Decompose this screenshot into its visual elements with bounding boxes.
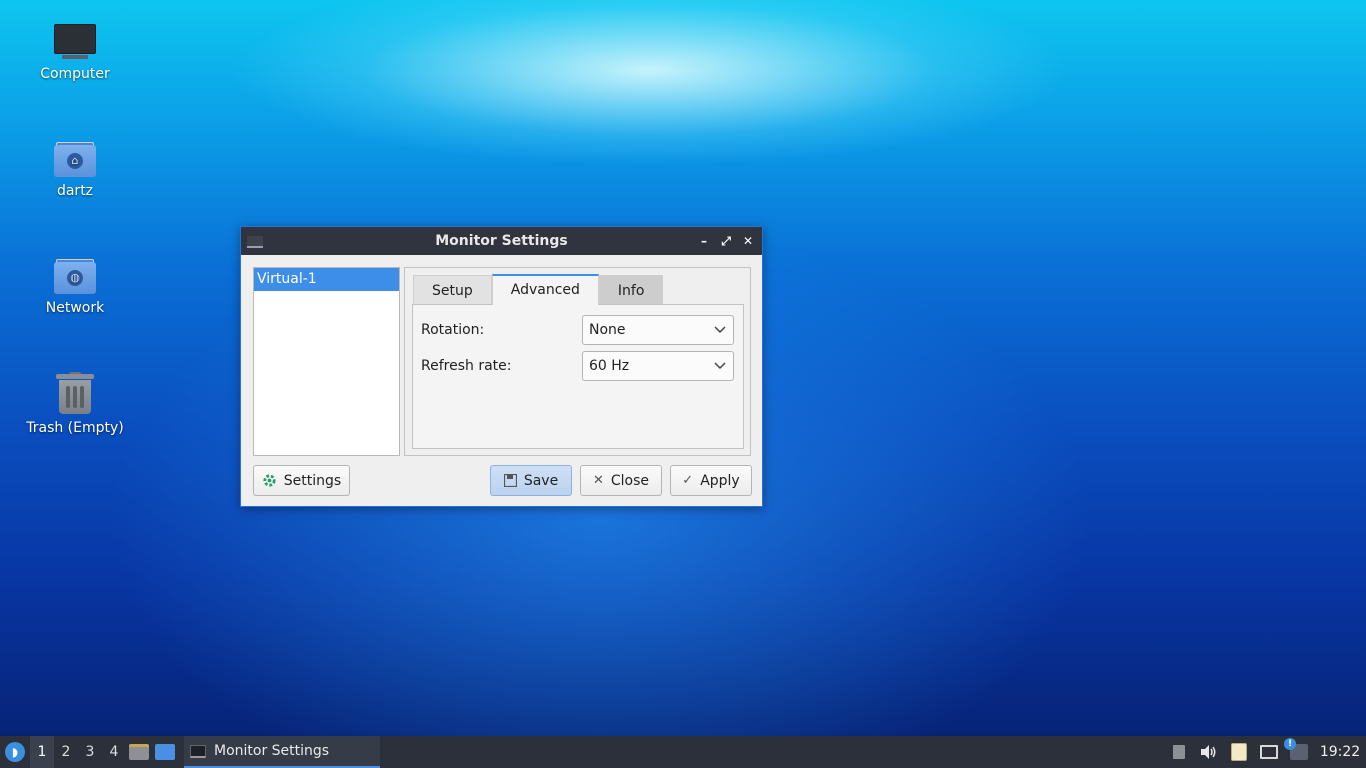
workspace-2[interactable]: 2: [54, 736, 78, 768]
checkmark-icon: ✓: [682, 473, 694, 488]
volume-icon: [1201, 745, 1216, 759]
clock[interactable]: 19:22: [1314, 744, 1366, 760]
desktop-icon-label: dartz: [56, 183, 94, 199]
rotation-select[interactable]: None: [582, 315, 734, 345]
tab-advanced[interactable]: Advanced: [491, 274, 599, 305]
save-icon: [503, 474, 517, 487]
refresh-rate-label: Refresh rate:: [421, 358, 512, 374]
minimize-icon[interactable]: –: [696, 233, 712, 249]
clipboard-icon: [1231, 743, 1247, 761]
save-button-label: Save: [523, 472, 559, 489]
system-tray: ! 19:22: [1164, 736, 1366, 768]
network-icon: [1260, 745, 1278, 759]
desktop-icon-label: Network: [45, 300, 105, 316]
advanced-tab-content: Rotation: None Refresh rate: 60 Hz: [412, 304, 744, 449]
desktop-icon-label: Computer: [40, 66, 110, 82]
monitor-list-item[interactable]: Virtual-1: [254, 268, 399, 291]
chevron-down-icon: [714, 326, 726, 334]
close-button-label: Close: [610, 472, 650, 489]
desktop-icon-label: Trash (Empty): [26, 420, 124, 436]
workspace-4[interactable]: 4: [102, 736, 126, 768]
notification-icon: !: [1284, 738, 1308, 760]
desktop-icon-trash[interactable]: Trash (Empty): [20, 372, 130, 436]
network-folder-icon: ◍: [54, 258, 96, 294]
close-x-icon: ✕: [592, 473, 604, 488]
tab-panel: Setup Advanced Info Rotation: None Refre…: [404, 267, 751, 456]
settings-button[interactable]: Settings: [253, 465, 350, 496]
settings-gear-icon: [263, 474, 276, 487]
desktop-icon-home[interactable]: ⌂ dartz: [20, 141, 130, 199]
save-button[interactable]: Save: [490, 465, 572, 496]
volume-tray[interactable]: [1194, 736, 1224, 768]
monitor-list: Virtual-1: [253, 267, 400, 456]
file-manager-icon: [129, 744, 149, 760]
refresh-rate-value: 60 Hz: [589, 358, 630, 374]
rotation-label: Rotation:: [421, 322, 485, 338]
removable-media-tray[interactable]: [1164, 736, 1194, 768]
close-icon[interactable]: ✕: [740, 233, 756, 249]
apply-button[interactable]: ✓ Apply: [670, 465, 752, 496]
monitor-app-icon: [190, 744, 206, 758]
taskbar-task-monitor-settings[interactable]: Monitor Settings: [184, 736, 380, 768]
show-desktop-icon: [155, 744, 175, 760]
desktop-icon-computer[interactable]: Computer: [20, 24, 130, 82]
monitor-app-icon: [247, 236, 263, 248]
settings-button-label: Settings: [283, 472, 342, 489]
network-tray[interactable]: [1254, 736, 1284, 768]
apply-button-label: Apply: [700, 472, 740, 489]
tab-setup[interactable]: Setup: [413, 275, 492, 305]
tab-bar: Setup Advanced Info: [413, 274, 664, 306]
home-folder-icon: ⌂: [54, 141, 96, 177]
desktop-icon-network[interactable]: ◍ Network: [20, 258, 130, 316]
window-titlebar[interactable]: Monitor Settings – ⤢ ✕: [241, 227, 762, 255]
taskbar: ◗ 1 2 3 4 Monitor Settings ! 19:22: [0, 736, 1366, 768]
computer-icon: [54, 24, 96, 60]
tab-info[interactable]: Info: [598, 275, 664, 305]
taskbar-task-label: Monitor Settings: [214, 743, 330, 759]
clipboard-tray[interactable]: [1224, 736, 1254, 768]
show-desktop-launcher[interactable]: [152, 736, 178, 768]
trash-icon: [56, 372, 94, 414]
maximize-icon[interactable]: ⤢: [718, 233, 734, 249]
rotation-value: None: [589, 322, 626, 338]
start-menu-button[interactable]: ◗: [0, 736, 30, 768]
lubuntu-logo-icon: ◗: [5, 742, 25, 762]
chevron-down-icon: [714, 362, 726, 370]
refresh-rate-select[interactable]: 60 Hz: [582, 351, 734, 381]
file-manager-launcher[interactable]: [126, 736, 152, 768]
eject-icon: [1173, 745, 1185, 759]
notifications-tray[interactable]: !: [1284, 736, 1314, 768]
monitor-settings-window: Monitor Settings – ⤢ ✕ Virtual-1 Setup A…: [240, 226, 763, 507]
workspace-1[interactable]: 1: [30, 736, 54, 768]
close-button[interactable]: ✕ Close: [580, 465, 662, 496]
window-title: Monitor Settings: [435, 233, 568, 249]
workspace-3[interactable]: 3: [78, 736, 102, 768]
